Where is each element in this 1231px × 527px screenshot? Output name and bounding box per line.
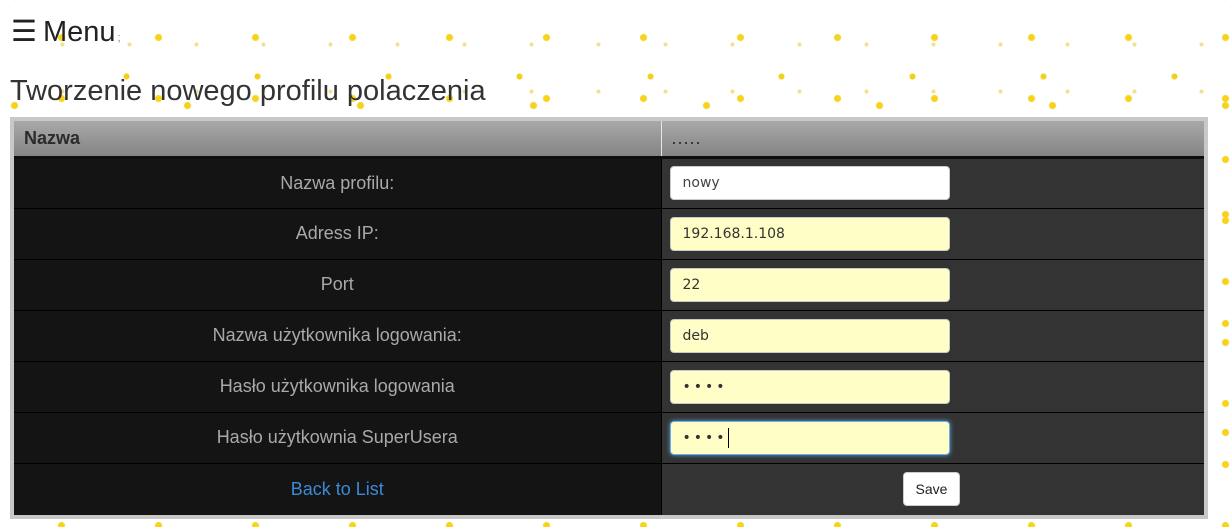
login-username-cell: deb bbox=[661, 310, 1204, 362]
table-row: Hasło użytkownika logowania •••• bbox=[14, 361, 1204, 413]
login-username-input[interactable]: deb bbox=[669, 318, 950, 353]
back-cell: Back to List bbox=[14, 463, 662, 515]
ip-address-input[interactable]: 192.168.1.108 bbox=[669, 216, 950, 251]
column-header-value: ..... bbox=[661, 121, 1204, 159]
profile-name-cell: nowy bbox=[661, 157, 1204, 209]
login-username-label: Nazwa użytkownika logowania: bbox=[14, 310, 662, 362]
save-button[interactable]: Save bbox=[902, 472, 961, 507]
login-password-value: •••• bbox=[682, 378, 728, 395]
port-label: Port bbox=[14, 259, 662, 311]
superuser-password-value: •••• bbox=[682, 429, 728, 446]
menu-label: Menu bbox=[43, 16, 116, 48]
menu-toggle[interactable]: ☰ Menu; bbox=[11, 14, 121, 56]
text-caret bbox=[727, 427, 729, 448]
port-value: 22 bbox=[682, 276, 701, 293]
login-password-input[interactable]: •••• bbox=[669, 369, 950, 404]
superuser-password-cell: •••• bbox=[661, 412, 1204, 464]
page-title: Tworzenie nowego profilu polaczenia bbox=[10, 75, 486, 107]
profile-name-value: nowy bbox=[682, 175, 720, 191]
table-row: Hasło użytkownia SuperUsera •••• bbox=[14, 412, 1204, 464]
ip-address-cell: 192.168.1.108 bbox=[661, 208, 1204, 260]
table-row: Adress IP: 192.168.1.108 bbox=[14, 208, 1204, 260]
table-row: Port 22 bbox=[14, 259, 1204, 311]
superuser-password-label: Hasło użytkownia SuperUsera bbox=[14, 412, 662, 464]
profile-name-input[interactable]: nowy bbox=[669, 166, 950, 200]
login-password-label: Hasło użytkownika logowania bbox=[14, 361, 662, 413]
login-username-value: deb bbox=[682, 327, 709, 344]
save-cell: Save bbox=[661, 463, 1204, 515]
hamburger-icon: ☰ bbox=[11, 16, 37, 48]
ip-address-value: 192.168.1.108 bbox=[682, 225, 785, 242]
login-password-cell: •••• bbox=[661, 361, 1204, 413]
port-cell: 22 bbox=[661, 259, 1204, 311]
table-header-row: Nazwa ..... bbox=[14, 121, 1204, 159]
profile-form-panel: Nazwa ..... Nazwa profilu: nowy Adress I… bbox=[10, 117, 1208, 519]
table-row-actions: Back to List Save bbox=[14, 463, 1204, 515]
table-row: Nazwa użytkownika logowania: deb bbox=[14, 310, 1204, 362]
menu-separator: ; bbox=[117, 32, 121, 44]
back-to-list-link[interactable]: Back to List bbox=[291, 479, 384, 499]
port-input[interactable]: 22 bbox=[669, 267, 950, 302]
profile-name-label: Nazwa profilu: bbox=[14, 157, 662, 209]
profile-form-table: Nazwa ..... Nazwa profilu: nowy Adress I… bbox=[14, 121, 1204, 515]
table-row: Nazwa profilu: nowy bbox=[14, 157, 1204, 209]
column-header-name: Nazwa bbox=[14, 121, 662, 159]
superuser-password-input[interactable]: •••• bbox=[669, 420, 950, 455]
ip-address-label: Adress IP: bbox=[14, 208, 662, 260]
